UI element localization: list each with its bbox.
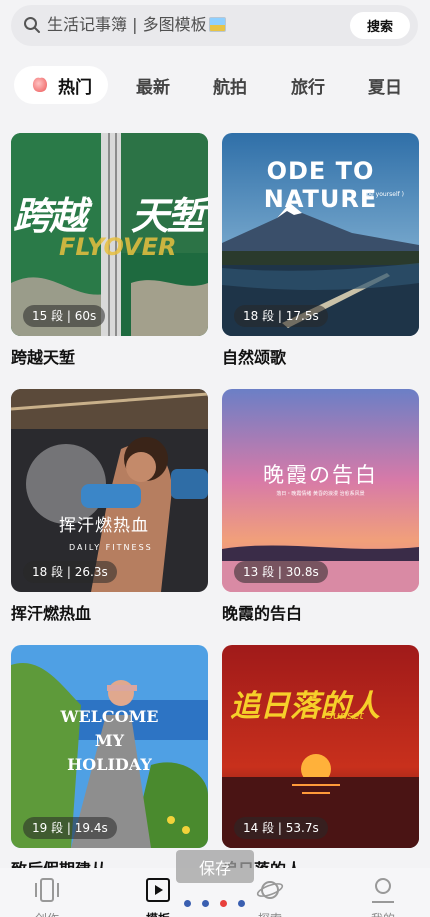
tab-hot[interactable]: 热门 (14, 66, 108, 104)
thumb-subtitle: FLYOVER (59, 233, 177, 261)
template-thumbnail[interactable]: 晚霞の告白 落日・晚霞情绪 黄昏的浪漫 治愈系风景 13 段 | 30.8s (222, 389, 419, 592)
play-square-icon (146, 878, 170, 902)
thumb-subtitle: 落日・晚霞情绪 黄昏的浪漫 治愈系风景 (276, 491, 365, 497)
save-toast[interactable]: 保存 (176, 850, 254, 883)
thumb-title-left: 跨越 (13, 194, 87, 238)
template-thumbnail[interactable]: 追日落的人 Sunset 14 段 | 53.7s (222, 645, 419, 848)
segment-duration-badge: 18 段 | 17.5s (234, 305, 328, 327)
nav-label: 创作 (12, 910, 82, 917)
card-title: 挥汗燃热血 (11, 604, 92, 623)
thumb-title: ODE TO NATURE (263, 157, 378, 213)
film-icon (35, 878, 59, 902)
page-indicator (184, 900, 248, 908)
tab-aerial[interactable]: 航拍 (213, 66, 247, 104)
thumb-title: 晚霞の告白 (263, 463, 378, 487)
search-input[interactable]: 生活记事簿 | 多图模板 (47, 14, 226, 36)
template-thumbnail[interactable]: 跨越 天堑 FLYOVER 15 段 | 60s (11, 133, 208, 336)
picture-icon (208, 17, 226, 32)
segment-duration-badge: 18 段 | 26.3s (23, 561, 117, 583)
thumb-title: 挥汗燃热血 (59, 516, 149, 536)
thumb-title-line2: MY (94, 731, 125, 750)
thumb-title-right: 天堑 (131, 194, 205, 238)
template-thumbnail[interactable]: ODE TO NATURE ( be yourself ) 18 段 | 17.… (222, 133, 419, 336)
card-title: 自然颂歌 (222, 348, 287, 367)
search-placeholder: 生活记事簿 | 多图模板 (47, 15, 207, 34)
tab-label: 旅行 (291, 77, 325, 98)
segment-duration-badge: 13 段 | 30.8s (234, 561, 328, 583)
page-dot (238, 900, 245, 907)
template-card[interactable]: 跨越 天堑 FLYOVER 15 段 | 60s 跨越天堑 (11, 133, 208, 370)
peach-icon (32, 77, 48, 92)
search-button[interactable]: 搜索 (350, 12, 410, 39)
segment-duration-badge: 14 段 | 53.7s (234, 817, 328, 839)
thumb-title-line1: WELCOME (60, 707, 159, 726)
thumb-subtitle: DAILY FITNESS (69, 543, 153, 552)
card-title: 晚霞的告白 (222, 604, 303, 623)
page-dot (184, 900, 191, 907)
template-card[interactable]: 追日落的人 Sunset 14 段 | 53.7s 追日落的人 (222, 645, 419, 882)
nav-profile[interactable]: 我的 (348, 868, 418, 917)
search-icon (24, 17, 40, 33)
tab-summer[interactable]: 夏日 (368, 66, 402, 104)
template-card[interactable]: WELCOME MY HOLIDAY 19 段 | 19.4s 致后假期建从 (11, 645, 208, 882)
segment-duration-badge: 15 段 | 60s (23, 305, 106, 327)
segment-duration-badge: 19 段 | 19.4s (23, 817, 117, 839)
tab-latest[interactable]: 最新 (136, 66, 170, 104)
tab-label: 热门 (58, 77, 92, 98)
thumb-title-line3: HOLIDAY (67, 755, 152, 774)
nav-label: 探索 (235, 910, 305, 917)
thumb-subtitle: Sunset (326, 709, 364, 722)
planet-icon (256, 881, 284, 899)
profile-icon (372, 878, 394, 903)
card-title: 跨越天堑 (11, 348, 76, 367)
tab-label: 航拍 (213, 77, 247, 98)
nav-label: 我的 (348, 910, 418, 917)
tab-travel[interactable]: 旅行 (291, 66, 325, 104)
template-card[interactable]: 晚霞の告白 落日・晚霞情绪 黄昏的浪漫 治愈系风景 13 段 | 30.8s 晚… (222, 389, 419, 626)
template-thumbnail[interactable]: 挥汗燃热血 DAILY FITNESS 18 段 | 26.3s (11, 389, 208, 592)
nav-label: 模板 (123, 910, 193, 917)
tab-label: 夏日 (368, 77, 402, 98)
search-bar[interactable]: 生活记事簿 | 多图模板 搜索 (11, 5, 418, 46)
tab-label: 最新 (136, 77, 170, 98)
template-card[interactable]: 挥汗燃热血 DAILY FITNESS 18 段 | 26.3s 挥汗燃热血 (11, 389, 208, 626)
template-thumbnail[interactable]: WELCOME MY HOLIDAY 19 段 | 19.4s (11, 645, 208, 848)
template-card[interactable]: ODE TO NATURE ( be yourself ) 18 段 | 17.… (222, 133, 419, 370)
thumb-subtitle: ( be yourself ) (362, 191, 404, 198)
page-dot (202, 900, 209, 907)
category-tabs: 热门 最新 航拍 旅行 夏日 (0, 66, 430, 104)
page-dot-active (220, 900, 227, 907)
nav-create[interactable]: 创作 (12, 868, 82, 917)
